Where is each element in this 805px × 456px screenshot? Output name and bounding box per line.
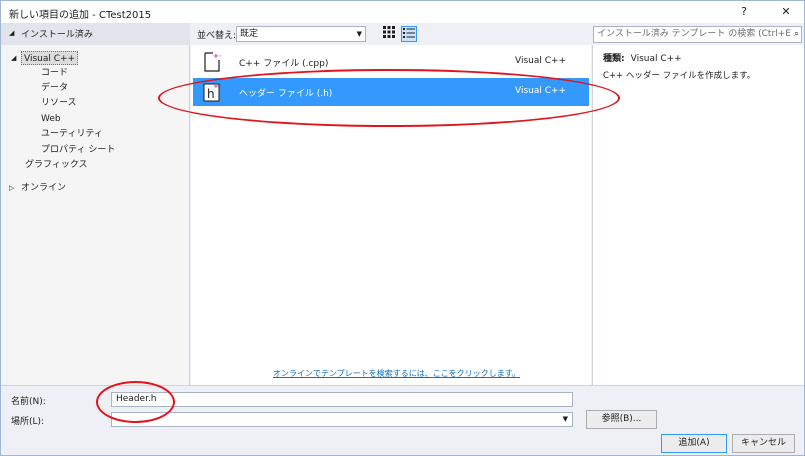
tree-item-data[interactable]: データ [1, 80, 190, 96]
help-button[interactable]: ? [729, 3, 759, 21]
svg-text:++: ++ [213, 52, 221, 60]
detail-description: C++ ヘッダー ファイルを作成します。 [603, 71, 756, 81]
collapsed-triangle-icon: ▷ [9, 184, 15, 192]
template-list: ++ C++ ファイル (.cpp) Visual C++ h ++ ヘッダー … [191, 45, 591, 385]
list-icon [403, 28, 415, 38]
sort-value: 既定 [240, 29, 259, 39]
header-file-icon: h ++ [203, 82, 221, 102]
name-field[interactable]: Header.h [111, 392, 573, 407]
dropdown-arrow-icon: ▼ [562, 415, 568, 423]
sort-dropdown[interactable]: 既定 ▼ [236, 26, 366, 42]
grid-icon [383, 26, 395, 38]
template-item-cpp[interactable]: ++ C++ ファイル (.cpp) Visual C++ [193, 48, 589, 76]
template-details: 種類: Visual C++ C++ ヘッダー ファイルを作成します。 [592, 45, 804, 385]
svg-text:++: ++ [213, 82, 221, 90]
tree-item-visual-cpp[interactable]: ◢ Visual C++ [1, 50, 190, 66]
template-item-header[interactable]: h ++ ヘッダー ファイル (.h) Visual C++ [193, 78, 589, 106]
template-category: Visual C++ [515, 56, 567, 66]
tree-item-web[interactable]: Web [1, 111, 190, 127]
list-view-button[interactable] [401, 26, 417, 42]
tree-item-resource[interactable]: リソース [1, 95, 190, 111]
search-icon: ⌕ [791, 27, 799, 42]
add-new-item-dialog: 新しい項目の追加 - CTest2015 ? ✕ ◢ インストール済み ◢ Vi… [0, 0, 805, 456]
expanded-triangle-icon: ◢ [11, 54, 17, 62]
template-category: Visual C++ [515, 86, 567, 96]
medium-icons-view-button[interactable] [381, 26, 397, 42]
template-toolbar: 並べ替え: 既定 ▼ インストール済み テンプレート の検索 (Ctrl+E) … [191, 23, 804, 45]
tree-installed-header[interactable]: ◢ インストール済み [1, 23, 190, 45]
browse-button[interactable]: 参照(B)... [586, 410, 657, 429]
search-placeholder: インストール済み テンプレート の検索 (Ctrl+E) [597, 29, 795, 39]
template-name: C++ ファイル (.cpp) [239, 59, 329, 69]
sort-label: 並べ替え: [197, 31, 237, 41]
close-button[interactable]: ✕ [771, 3, 801, 21]
template-search-input[interactable]: インストール済み テンプレート の検索 (Ctrl+E) ⌕ [593, 26, 802, 43]
cancel-button[interactable]: キャンセル [732, 434, 795, 453]
category-tree: ◢ インストール済み ◢ Visual C++ コード データ リソース Web… [1, 23, 190, 385]
expanded-triangle-icon: ◢ [9, 29, 15, 37]
dropdown-arrow-icon: ▼ [356, 30, 362, 38]
title-bar: 新しい項目の追加 - CTest2015 ? ✕ [1, 1, 804, 23]
template-name: ヘッダー ファイル (.h) [239, 89, 333, 99]
add-button[interactable]: 追加(A) [661, 434, 727, 453]
tree-item-online[interactable]: ▷ オンライン [1, 180, 190, 196]
tree-item-label: Visual C++ [21, 51, 79, 65]
detail-type-label: 種類: [603, 54, 625, 64]
tree-installed-label: インストール済み [21, 30, 93, 40]
detail-type: 種類: Visual C++ [603, 51, 682, 64]
tree-item-property-sheet[interactable]: プロパティ シート [1, 142, 190, 158]
detail-type-value: Visual C++ [630, 54, 682, 64]
tree-item-utility[interactable]: ユーティリティ [1, 126, 190, 142]
cpp-file-icon: ++ [204, 52, 221, 72]
dialog-content: ◢ インストール済み ◢ Visual C++ コード データ リソース Web… [1, 23, 804, 385]
location-label: 場所(L): [11, 417, 45, 427]
name-label: 名前(N): [11, 397, 46, 407]
item-form: 名前(N): Header.h 場所(L): ▼ 参照(B)... 追加(A) … [1, 385, 804, 455]
window-title: 新しい項目の追加 - CTest2015 [9, 10, 152, 21]
tree-item-code[interactable]: コード [1, 65, 190, 81]
online-search-link[interactable]: オンラインでテンプレートを検索するには、ここをクリックします。 [273, 368, 520, 379]
location-field[interactable]: ▼ [111, 412, 573, 427]
tree-item-graphics[interactable]: グラフィックス [1, 157, 190, 173]
tree-item-label: オンライン [21, 183, 67, 193]
